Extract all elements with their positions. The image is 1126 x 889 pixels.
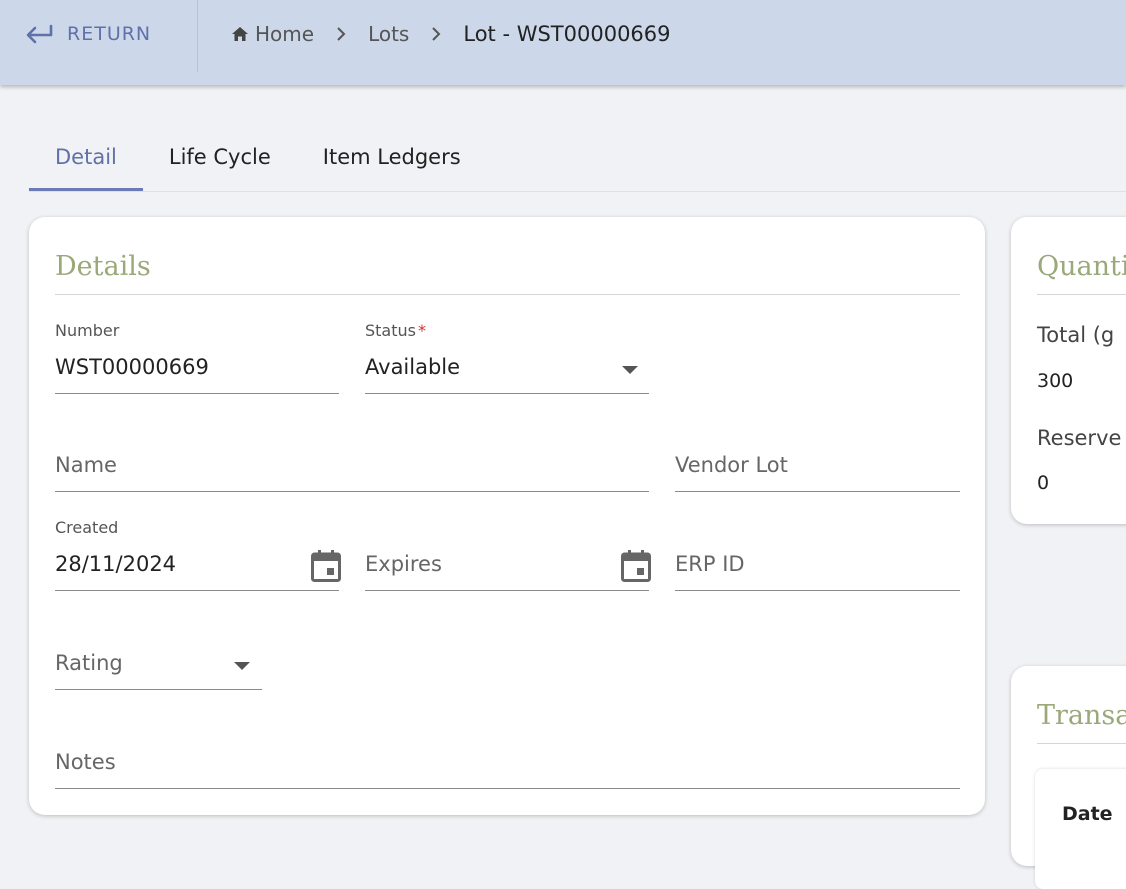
number-label: Number: [55, 321, 120, 340]
expires-date-field[interactable]: Expires: [365, 549, 651, 591]
return-label: RETURN: [67, 23, 152, 45]
return-arrow-icon: [26, 24, 53, 44]
rating-select[interactable]: Rating: [55, 649, 262, 690]
vendor-lot-field[interactable]: Vendor Lot: [675, 451, 960, 492]
quantities-title-divider: [1037, 294, 1126, 295]
breadcrumb-current-label: Lot - WST00000669: [463, 22, 671, 46]
tab-item-ledgers[interactable]: Item Ledgers: [297, 125, 487, 191]
tabs-divider: [29, 191, 1126, 192]
top-bar: RETURN Home Lots Lot - WST00000669: [0, 0, 1126, 85]
name-field[interactable]: Name: [55, 451, 649, 492]
column-header-date[interactable]: Date: [1062, 803, 1113, 825]
breadcrumb-current: Lot - WST00000669: [463, 22, 670, 46]
created-label: Created: [55, 518, 119, 537]
calendar-icon[interactable]: [311, 549, 341, 582]
quantities-title: Quantit: [1037, 251, 1126, 282]
notes-placeholder: Notes: [55, 750, 116, 774]
breadcrumb-home[interactable]: Home: [231, 22, 314, 46]
breadcrumb-lots[interactable]: Lots: [368, 22, 409, 46]
breadcrumb: Home Lots Lot - WST00000669: [231, 18, 671, 50]
transactions-title: Transac: [1037, 700, 1126, 731]
rating-placeholder: Rating: [55, 651, 123, 675]
breadcrumb-lots-label: Lots: [368, 22, 410, 46]
status-label: Status *: [365, 321, 426, 340]
notes-underline: [55, 788, 960, 789]
tab-life-cycle[interactable]: Life Cycle: [143, 125, 297, 191]
transactions-title-divider: [1037, 743, 1126, 744]
status-underline: [365, 393, 649, 394]
total-value: 300: [1037, 370, 1074, 392]
breadcrumb-home-label: Home: [255, 22, 315, 46]
number-field[interactable]: Number WST00000669: [55, 317, 339, 394]
reserved-value: 0: [1037, 472, 1050, 494]
quantities-card: Quantit Total (g 300 Reserve 0: [1011, 217, 1126, 524]
status-select[interactable]: Status * Available: [365, 317, 649, 394]
header-divider: [197, 0, 198, 72]
details-title-divider: [55, 294, 960, 295]
details-title: Details: [55, 251, 151, 282]
expires-placeholder: Expires: [365, 552, 442, 576]
chevron-right-icon: [336, 26, 346, 42]
number-value: WST00000669: [55, 355, 209, 379]
transactions-table: Date: [1035, 769, 1126, 889]
rating-underline: [55, 689, 262, 690]
tab-bar: Detail Life Cycle Item Ledgers: [29, 125, 487, 191]
total-label: Total (g: [1037, 323, 1115, 347]
home-icon: [232, 27, 248, 41]
reserved-label: Reserve: [1037, 426, 1122, 450]
name-underline: [55, 491, 649, 492]
erp-id-field[interactable]: ERP ID: [675, 550, 960, 591]
calendar-icon[interactable]: [621, 549, 651, 582]
vendor-lot-placeholder: Vendor Lot: [675, 453, 788, 477]
erp-id-placeholder: ERP ID: [675, 552, 745, 576]
vendor-lot-underline: [675, 491, 960, 492]
return-button[interactable]: RETURN: [25, 19, 151, 49]
notes-field[interactable]: Notes: [55, 748, 960, 789]
dropdown-arrow-icon[interactable]: [621, 365, 639, 375]
chevron-right-icon: [431, 26, 441, 42]
expires-underline: [365, 590, 649, 591]
tab-detail[interactable]: Detail: [29, 125, 143, 191]
created-value: 28/11/2024: [55, 552, 177, 576]
created-underline: [55, 590, 339, 591]
number-underline: [55, 393, 339, 394]
erp-id-underline: [675, 590, 960, 591]
name-placeholder: Name: [55, 453, 117, 477]
transactions-card: Transac Date: [1011, 666, 1126, 889]
required-asterisk: *: [417, 321, 426, 340]
created-date-field[interactable]: Created 28/11/2024: [55, 514, 341, 591]
status-value: Available: [365, 355, 461, 379]
dropdown-arrow-icon[interactable]: [233, 661, 251, 671]
details-card: Details Number WST00000669 Status * Avail…: [29, 217, 985, 815]
